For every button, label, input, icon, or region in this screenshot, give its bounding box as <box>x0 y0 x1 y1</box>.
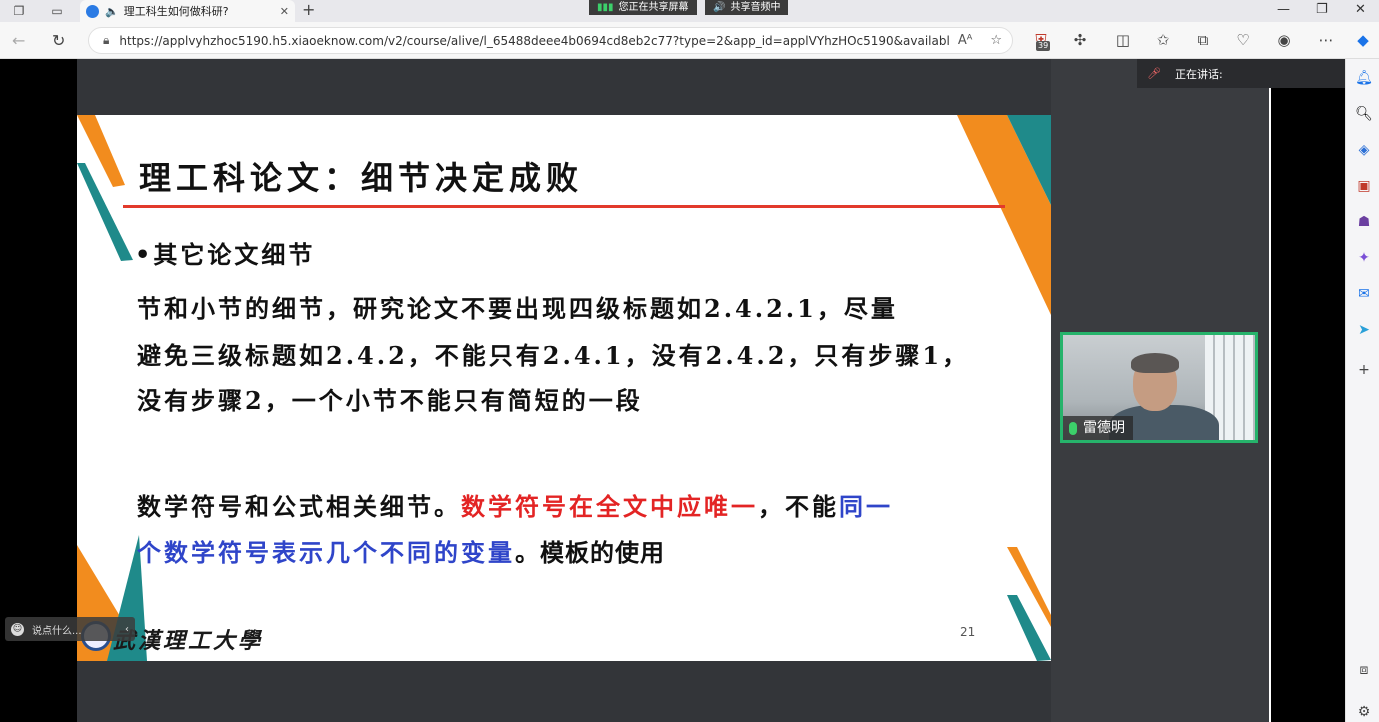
speaking-label: 正在讲话: <box>1174 67 1223 81</box>
workspaces-icon[interactable]: ❐ <box>8 2 30 20</box>
participant-name: 雷德明 <box>1083 420 1125 436</box>
share-audio-label: 共享音频中 <box>730 2 781 13</box>
address-bar-row: ← ↻ 🔒︎ https://applvyhzhoc5190.h5.xiaoek… <box>0 22 1379 59</box>
paragraph-line: 没有步骤2，一个小节不能只有简短的一段 <box>137 386 643 415</box>
restore-button[interactable]: ❐ <box>1316 2 1328 17</box>
lock-icon[interactable]: 🔒︎ <box>103 33 109 48</box>
site-favicon-icon <box>86 4 99 18</box>
signal-icon: ▮▮▮ <box>597 2 614 13</box>
extensions-puzzle-icon[interactable]: ✣ <box>1070 31 1090 49</box>
copilot-icon[interactable]: ◆ <box>1353 31 1373 49</box>
slide-title: 理工科论文：细节决定成败 <box>139 159 584 197</box>
title-underline <box>123 205 1005 208</box>
webcam-name-tag: 雷德明 <box>1063 416 1133 440</box>
bullet-heading: •其它论文细节 <box>135 240 316 269</box>
paragraph-line: 个数学符号表示几个不同的变量。模板的使用 <box>137 533 665 568</box>
people-icon[interactable]: ☗ <box>1355 213 1373 231</box>
audio-icon: 🔊 <box>713 2 726 13</box>
text-black: ，不能 <box>758 492 839 521</box>
chat-input[interactable]: ☺ 说点什么... ‹ <box>5 617 135 641</box>
webcam-video[interactable]: 雷德明 <box>1060 332 1258 443</box>
muted-mic-icon: 🎤︎ <box>1147 67 1161 80</box>
paragraph-line: 避免三级标题如2.4.2，不能只有2.4.1，没有2.4.2，只有步骤1， <box>137 341 970 370</box>
collections-icon[interactable]: ⧉ <box>1193 31 1213 49</box>
health-icon[interactable]: ♡ <box>1233 31 1253 49</box>
notification-bell-icon[interactable]: 🔔︎ <box>1355 69 1373 87</box>
text-black: 。模板的使用 <box>515 539 665 567</box>
close-tab-icon[interactable]: ✕ <box>280 5 289 18</box>
extension-badge: 39 <box>1036 41 1051 51</box>
slide: 理工科论文：细节决定成败 •其它论文细节 节和小节的细节，研究论文不要出现四级标… <box>77 115 1051 661</box>
tab-bar: ❐ ▭ 🔈 理工科生如何做科研? ✕ + ▮▮▮ 您正在共享屏幕 🔊 共享音频中… <box>0 0 1379 22</box>
speaker-icon[interactable]: 🔈 <box>105 5 119 18</box>
minimize-button[interactable]: — <box>1277 2 1290 17</box>
tools-briefcase-icon[interactable]: ▣ <box>1355 177 1373 195</box>
collapse-chat-icon[interactable]: ‹ <box>125 624 129 635</box>
url-text: https://applvyhzhoc5190.h5.xiaoeknow.com… <box>119 33 950 48</box>
favorites-icon[interactable]: ✩ <box>1153 31 1173 49</box>
shopping-tag-icon[interactable]: ◈ <box>1355 141 1373 159</box>
share-screen-indicator[interactable]: ▮▮▮ 您正在共享屏幕 <box>589 0 697 15</box>
add-icon[interactable]: + <box>1355 361 1373 379</box>
webcam-person-hair <box>1131 353 1179 373</box>
outlook-icon[interactable]: ✉ <box>1355 285 1373 303</box>
text-blue-highlight: 同一 <box>839 492 893 521</box>
read-aloud-icon[interactable]: Aᴬ <box>958 33 973 48</box>
school-name: 武漢理工大學 <box>113 628 264 654</box>
share-audio-indicator[interactable]: 🔊 共享音频中 <box>705 0 789 15</box>
search-icon[interactable]: 🔍︎ <box>1355 105 1373 123</box>
slide-page-number: 21 <box>960 625 976 639</box>
favorite-star-icon[interactable]: ☆ <box>990 33 1002 48</box>
new-tab-button[interactable]: + <box>302 0 315 20</box>
text-black: 数学符号和公式相关细节。 <box>137 492 461 521</box>
split-screen-icon[interactable]: ◫ <box>1113 31 1133 49</box>
screenshot-icon[interactable]: ⧈ <box>1355 661 1373 679</box>
close-window-button[interactable]: ✕ <box>1355 2 1366 17</box>
copilot-sidebar-icon[interactable]: ✦ <box>1355 249 1373 267</box>
paragraph-line: 节和小节的细节，研究论文不要出现四级标题如2.4.2.1，尽量 <box>137 294 898 323</box>
refresh-icon[interactable]: ↻ <box>52 31 65 50</box>
speaking-panel: 🎤︎ 正在讲话: <box>1137 59 1356 88</box>
back-icon[interactable]: ← <box>12 31 25 50</box>
browser-tab[interactable]: 🔈 理工科生如何做科研? ✕ <box>80 0 295 22</box>
mic-icon <box>1069 421 1077 435</box>
tab-actions-icon[interactable]: ▭ <box>46 2 68 20</box>
url-field[interactable]: 🔒︎ https://applvyhzhoc5190.h5.xiaoeknow.… <box>88 27 1013 54</box>
share-screen-label: 您正在共享屏幕 <box>618 2 689 13</box>
send-icon[interactable]: ➤ <box>1355 321 1373 339</box>
text-blue-highlight: 个数学符号表示几个不同的变量 <box>137 538 515 567</box>
settings-gear-icon[interactable]: ⚙ <box>1355 703 1373 721</box>
tab-title: 理工科生如何做科研? <box>123 5 229 18</box>
more-menu-icon[interactable]: ⋯ <box>1316 31 1336 49</box>
paragraph-line: 数学符号和公式相关细节。数学符号在全文中应唯一，不能同一 <box>137 487 893 522</box>
edge-sidebar: 🔔︎ 🔍︎ ◈ ▣ ☗ ✦ ✉ ➤ + ⧈ ⚙ <box>1345 59 1379 722</box>
profile-avatar-icon[interactable]: ◉ <box>1274 31 1294 49</box>
text-red-highlight: 数学符号在全文中应唯一 <box>461 492 758 521</box>
chat-placeholder: 说点什么... <box>32 625 82 637</box>
emoji-icon[interactable]: ☺ <box>11 622 24 636</box>
stage-divider <box>1269 88 1271 722</box>
